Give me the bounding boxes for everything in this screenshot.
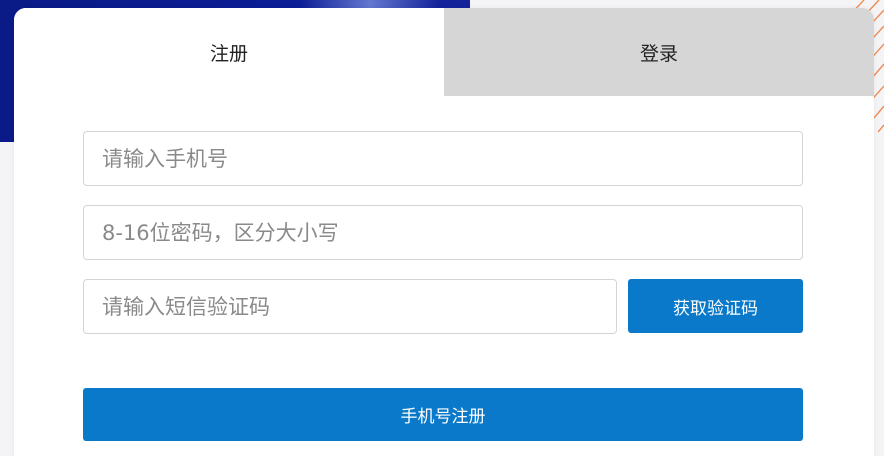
tab-register[interactable]: 注册 [14,8,444,96]
register-card: 注册 登录 获取验证码 手机号注册 [14,8,874,456]
auth-tabs: 注册 登录 [14,8,874,96]
registration-page: 注册 登录 获取验证码 手机号注册 [0,0,884,456]
password-input[interactable] [83,205,803,260]
phone-register-button[interactable]: 手机号注册 [83,388,803,441]
sms-code-input[interactable] [83,279,617,334]
tab-login[interactable]: 登录 [444,8,874,96]
phone-input[interactable] [83,131,803,186]
get-code-button[interactable]: 获取验证码 [628,279,803,333]
